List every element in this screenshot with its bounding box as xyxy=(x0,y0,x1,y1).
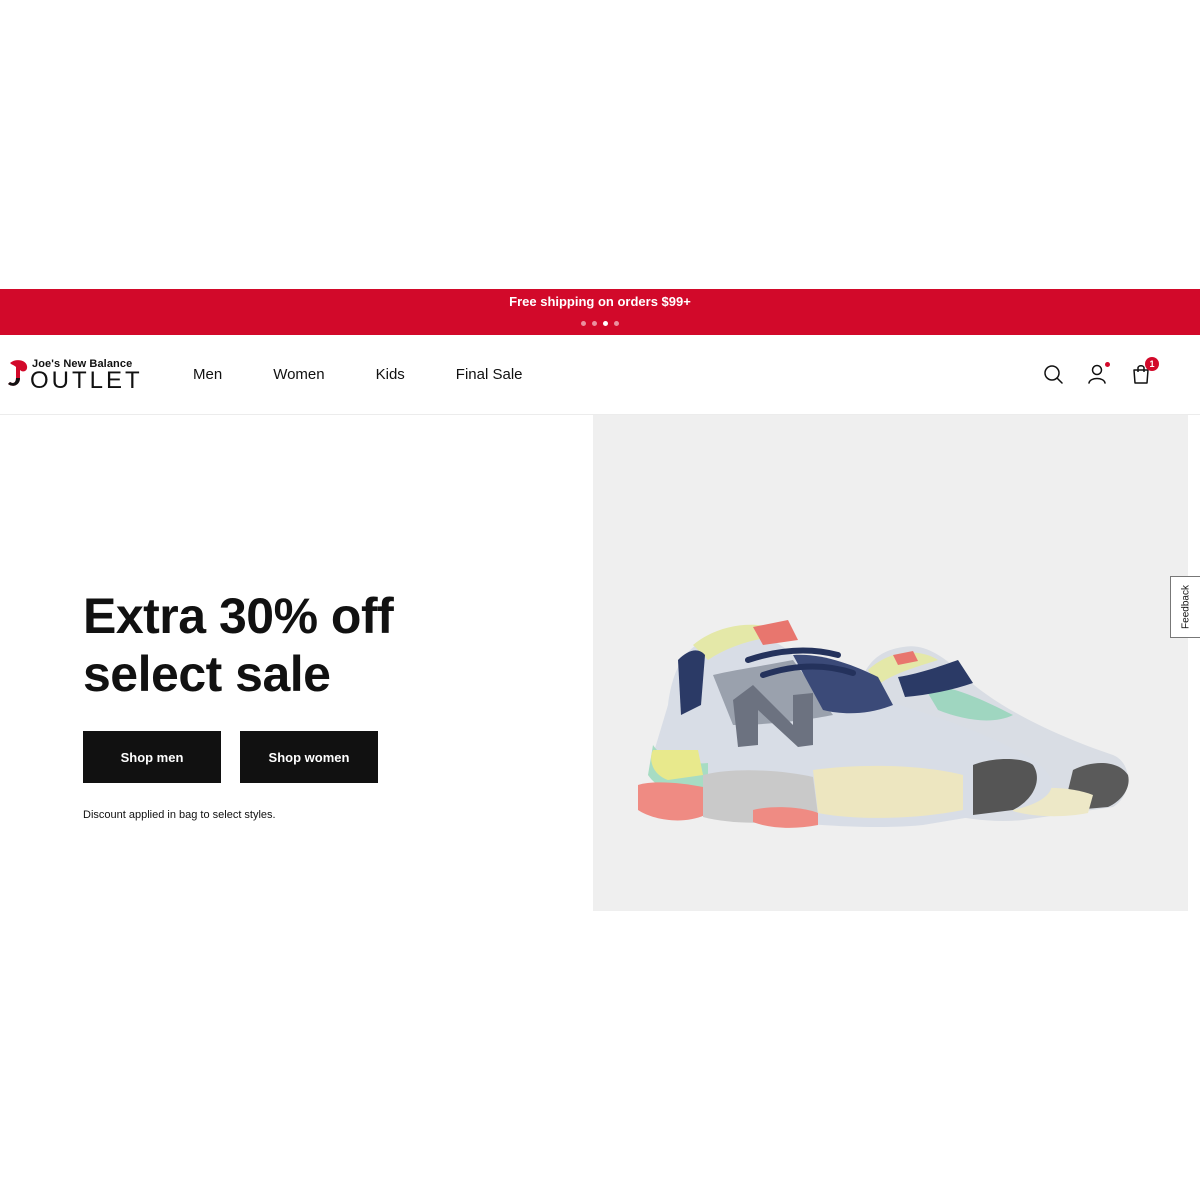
feedback-label: Feedback xyxy=(1180,585,1191,629)
carousel-dot[interactable] xyxy=(581,321,586,326)
site-logo[interactable]: Joe's New Balance OUTLET xyxy=(6,357,141,395)
promo-message: Free shipping on orders $99+ xyxy=(509,294,691,309)
carousel-dot[interactable] xyxy=(592,321,597,326)
account-icon[interactable] xyxy=(1086,362,1110,385)
carousel-dot-active[interactable] xyxy=(603,321,608,326)
nav-item-final-sale[interactable]: Final Sale xyxy=(456,366,523,383)
cart-count-badge: 1 xyxy=(1145,357,1159,371)
header-actions: 1 xyxy=(1042,357,1159,385)
logo-main-text: OUTLET xyxy=(30,367,143,394)
hero-title: Extra 30% off select sale xyxy=(83,588,394,702)
carousel-dot[interactable] xyxy=(614,321,619,326)
nav-item-women[interactable]: Women xyxy=(273,366,324,383)
nav-item-men[interactable]: Men xyxy=(193,366,222,383)
shopping-bag-icon[interactable]: 1 xyxy=(1130,357,1159,385)
promo-banner: Free shipping on orders $99+ xyxy=(0,289,1200,335)
sneaker-image xyxy=(638,620,1129,828)
feedback-tab[interactable]: Feedback xyxy=(1170,576,1200,638)
hero-product-image[interactable] xyxy=(593,415,1188,911)
search-icon[interactable] xyxy=(1042,363,1064,385)
logo-shoe-mark xyxy=(8,360,28,386)
site-header: Joe's New Balance OUTLET Men Women Kids … xyxy=(0,335,1200,415)
hero-disclaimer: Discount applied in bag to select styles… xyxy=(83,809,276,821)
hero-content: Extra 30% off select sale Shop men Shop … xyxy=(0,415,593,911)
promo-carousel-dots xyxy=(0,321,1200,326)
main-nav: Men Women Kids Final Sale xyxy=(193,366,574,383)
nav-item-kids[interactable]: Kids xyxy=(376,366,405,383)
shop-men-button[interactable]: Shop men xyxy=(83,731,221,783)
account-notification-dot xyxy=(1105,362,1110,367)
shop-women-button[interactable]: Shop women xyxy=(240,731,378,783)
